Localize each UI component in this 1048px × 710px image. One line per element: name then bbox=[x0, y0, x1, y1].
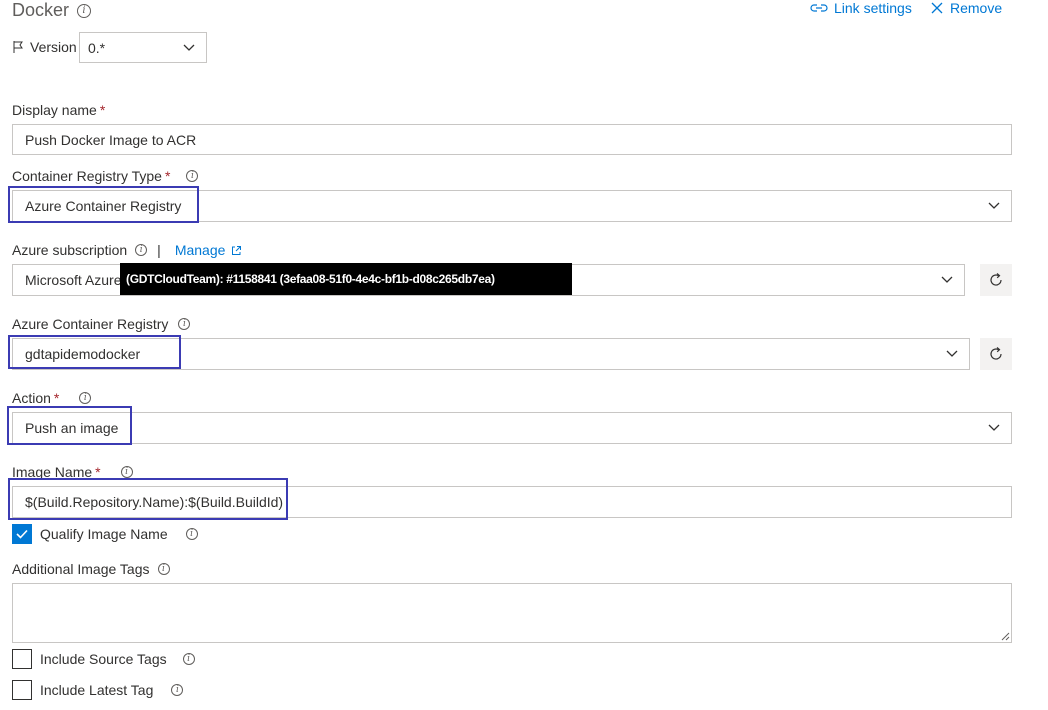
chevron-down-icon bbox=[941, 276, 953, 283]
include-latest-tag-checkbox[interactable] bbox=[12, 680, 32, 700]
highlight-underline bbox=[12, 478, 100, 480]
registry-label-row: Azure Container Registry i bbox=[12, 316, 191, 332]
version-select[interactable]: 0.* bbox=[79, 32, 207, 63]
registry-type-label-row: Container Registry Type * i bbox=[12, 168, 199, 184]
subscription-refresh-button[interactable] bbox=[980, 264, 1012, 296]
info-icon[interactable]: i bbox=[171, 684, 184, 696]
link-icon bbox=[810, 4, 828, 12]
highlight-box bbox=[7, 406, 132, 445]
redacted-subscription-id: (GDTCloudTeam): #1158841 (3efaa08-51f0-4… bbox=[120, 263, 572, 295]
display-name-value: Push Docker Image to ACR bbox=[25, 131, 197, 148]
chevron-down-icon bbox=[183, 44, 195, 51]
registry-type-label: Container Registry Type bbox=[12, 168, 162, 184]
version-label-row: Version bbox=[12, 39, 77, 55]
registry-label: Azure Container Registry bbox=[12, 316, 169, 332]
highlight-box bbox=[8, 335, 181, 369]
info-icon[interactable]: i bbox=[178, 318, 191, 330]
chevron-down-icon bbox=[988, 202, 1000, 209]
resize-handle-icon[interactable] bbox=[1000, 631, 1010, 641]
action-label: Action bbox=[12, 390, 51, 406]
info-icon[interactable]: i bbox=[77, 3, 92, 18]
include-latest-label: Include Latest Tag bbox=[40, 682, 154, 698]
separator: | bbox=[157, 242, 161, 258]
required-marker: * bbox=[53, 390, 60, 406]
remove-label: Remove bbox=[950, 0, 1003, 16]
info-icon[interactable]: i bbox=[135, 244, 148, 256]
required-marker: * bbox=[164, 168, 171, 184]
subscription-label: Azure subscription bbox=[12, 242, 128, 258]
subscription-label-row: Azure subscription i | Manage bbox=[12, 242, 242, 258]
info-icon[interactable]: i bbox=[185, 528, 198, 540]
display-name-label: Display name bbox=[12, 102, 97, 118]
remove-button[interactable]: Remove bbox=[930, 0, 1002, 16]
registry-refresh-button[interactable] bbox=[980, 338, 1012, 370]
checkmark-icon bbox=[16, 529, 28, 539]
highlight-box bbox=[8, 186, 199, 223]
info-icon[interactable]: i bbox=[186, 170, 199, 182]
additional-tags-label-row: Additional Image Tags i bbox=[12, 561, 170, 577]
additional-tags-label: Additional Image Tags bbox=[12, 561, 150, 577]
qualify-label-row: Qualify Image Name i bbox=[40, 526, 198, 542]
include-latest-label-row: Include Latest Tag i bbox=[40, 682, 184, 698]
include-source-label-row: Include Source Tags i bbox=[40, 651, 195, 667]
link-settings-label: Link settings bbox=[834, 0, 912, 16]
info-icon[interactable]: i bbox=[79, 392, 92, 404]
include-source-tags-checkbox[interactable] bbox=[12, 649, 32, 669]
close-icon bbox=[931, 2, 943, 14]
include-source-label: Include Source Tags bbox=[40, 651, 167, 667]
manage-link[interactable]: Manage bbox=[175, 242, 243, 258]
refresh-icon bbox=[990, 273, 1002, 286]
display-name-input[interactable]: Push Docker Image to ACR bbox=[12, 124, 1012, 155]
external-link-icon bbox=[232, 245, 242, 255]
display-name-label-row: Display name * bbox=[12, 102, 105, 118]
qualify-image-name-checkbox[interactable] bbox=[12, 524, 32, 544]
info-icon[interactable]: i bbox=[120, 466, 133, 478]
chevron-down-icon bbox=[946, 350, 958, 357]
chevron-down-icon bbox=[988, 424, 1000, 431]
flag-icon bbox=[13, 41, 23, 53]
redacted-text: (GDTCloudTeam): #1158841 (3efaa08-51f0-4… bbox=[126, 272, 495, 286]
link-settings-link[interactable]: Link settings bbox=[810, 0, 912, 16]
manage-label: Manage bbox=[174, 242, 226, 258]
version-value: 0.* bbox=[88, 39, 106, 56]
task-title: Docker bbox=[12, 0, 70, 20]
required-marker: * bbox=[99, 102, 106, 118]
action-label-row: Action * i bbox=[12, 390, 92, 406]
info-icon[interactable]: i bbox=[157, 563, 170, 575]
task-title-row: Docker i bbox=[12, 0, 92, 21]
info-icon[interactable]: i bbox=[182, 653, 195, 665]
refresh-icon bbox=[990, 347, 1002, 360]
subscription-value: Microsoft Azure bbox=[25, 272, 122, 288]
additional-tags-textarea[interactable] bbox=[12, 583, 1012, 643]
version-label: Version bbox=[30, 39, 77, 55]
highlight-box bbox=[8, 478, 288, 520]
action-select[interactable]: Push an image bbox=[12, 412, 1012, 444]
qualify-label: Qualify Image Name bbox=[40, 526, 168, 542]
